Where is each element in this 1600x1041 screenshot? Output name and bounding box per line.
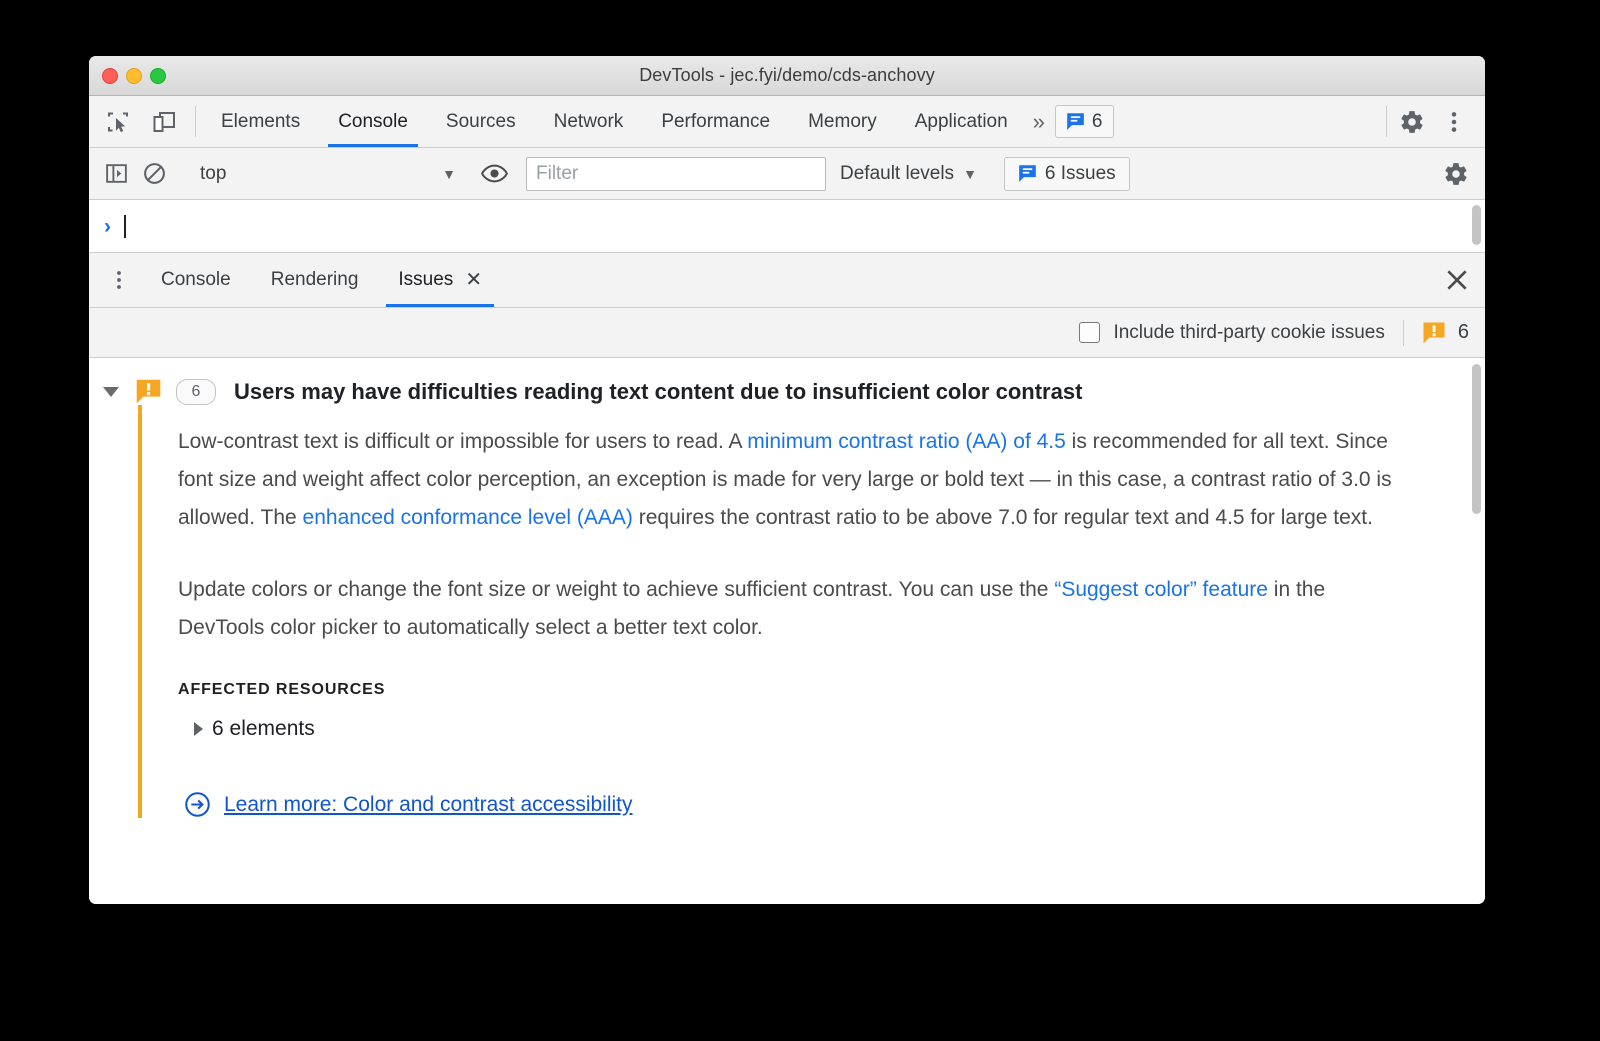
console-settings-gear-icon[interactable] — [1437, 155, 1475, 193]
issues-scrollbar-thumb[interactable] — [1472, 364, 1481, 514]
tab-performance[interactable]: Performance — [642, 96, 789, 147]
enhanced-conformance-link[interactable]: enhanced conformance level (AAA) — [303, 506, 633, 529]
tab-network-label: Network — [553, 110, 624, 132]
console-scrollbar-thumb[interactable] — [1472, 205, 1481, 245]
live-expression-icon[interactable] — [475, 155, 513, 193]
issues-count-badge[interactable]: 6 — [1054, 105, 1114, 138]
panel-tabs: Elements Console Sources Network Perform… — [202, 96, 1380, 147]
drawer-tab-issues[interactable]: Issues ✕ — [378, 253, 502, 307]
issue-count-pill: 6 — [176, 378, 216, 405]
third-party-cookie-label: Include third-party cookie issues — [1113, 321, 1385, 343]
drawer-tab-console-label: Console — [161, 269, 231, 290]
traffic-lights — [102, 67, 166, 84]
execution-context-value: top — [200, 162, 227, 184]
filter-placeholder: Filter — [536, 162, 579, 184]
issues-filter-divider — [1402, 319, 1404, 346]
drawer-menu-icon[interactable] — [97, 253, 141, 307]
devtools-main-tabbar: Elements Console Sources Network Perform… — [89, 96, 1485, 148]
log-levels-selector[interactable]: Default levels ▼ — [826, 163, 991, 185]
tab-console[interactable]: Console — [319, 96, 427, 147]
window-title: DevTools - jec.fyi/demo/cds-anchovy — [639, 65, 935, 85]
issues-content-area: 6 Users may have difficulties reading te… — [89, 358, 1485, 904]
log-levels-label: Default levels — [840, 162, 955, 184]
gear-icon[interactable] — [1393, 103, 1431, 141]
tab-sources[interactable]: Sources — [427, 96, 535, 147]
issues-icon — [1067, 113, 1084, 130]
more-tabs-label: » — [1032, 108, 1045, 134]
console-sidebar-icon[interactable] — [97, 155, 135, 193]
tabbar-left-icons — [89, 96, 189, 147]
issues-warning-count-group: 6 — [1422, 321, 1475, 345]
tab-network[interactable]: Network — [535, 96, 643, 147]
close-drawer-button[interactable] — [1429, 253, 1485, 307]
prompt-chevron-icon: › — [104, 214, 111, 238]
paragraph-1-text-1: Low-contrast text is difficult or imposs… — [178, 430, 748, 453]
tabbar-right-divider — [1386, 106, 1387, 137]
window-titlebar: DevTools - jec.fyi/demo/cds-anchovy — [89, 56, 1485, 96]
third-party-cookie-checkbox-row[interactable]: Include third-party cookie issues — [1079, 321, 1385, 344]
screen-root: DevTools - jec.fyi/demo/cds-anchovy Elem… — [0, 0, 1600, 1041]
minimize-window-button[interactable] — [126, 67, 142, 84]
inspect-element-icon[interactable] — [99, 103, 137, 141]
paragraph-1-text-3: requires the contrast ratio to be above … — [632, 506, 1373, 529]
tab-elements[interactable]: Elements — [202, 96, 319, 147]
tab-application[interactable]: Application — [896, 96, 1027, 147]
arrow-in-circle-icon — [185, 792, 210, 817]
drawer-tabbar: Console Rendering Issues ✕ — [89, 253, 1485, 308]
execution-context-selector[interactable]: top ▼ — [186, 163, 462, 185]
warning-issue-icon — [136, 379, 161, 404]
filter-input[interactable]: Filter — [526, 156, 826, 191]
drawer-tab-rendering[interactable]: Rendering — [251, 253, 379, 307]
tab-sources-label: Sources — [445, 110, 516, 132]
open-issues-label: 6 Issues — [1044, 162, 1116, 184]
more-tabs-chevron-icon[interactable]: » — [1027, 96, 1055, 147]
chevron-down-icon: ▼ — [442, 165, 456, 182]
close-icon — [1447, 270, 1467, 290]
open-issues-button[interactable]: 6 Issues — [1003, 156, 1130, 191]
issues-warning-count: 6 — [1457, 321, 1469, 343]
suggest-color-feature-link[interactable]: “Suggest color” feature — [1054, 578, 1268, 601]
tab-memory[interactable]: Memory — [789, 96, 896, 147]
drawer-tab-issues-label: Issues — [398, 269, 454, 290]
close-icon[interactable]: ✕ — [465, 270, 482, 290]
tab-application-label: Application — [914, 110, 1008, 132]
expand-triangle-icon[interactable] — [194, 722, 203, 736]
devtools-window: DevTools - jec.fyi/demo/cds-anchovy Elem… — [89, 56, 1485, 904]
tab-memory-label: Memory — [808, 110, 877, 132]
affected-resources-heading: AFFECTED RESOURCES — [178, 681, 386, 698]
tabbar-right-icons — [1393, 96, 1485, 147]
tab-console-label: Console — [338, 110, 408, 132]
tab-performance-label: Performance — [661, 110, 771, 132]
issue-detail-panel: Low-contrast text is difficult or imposs… — [138, 405, 1485, 818]
learn-more-row[interactable]: Learn more: Color and contrast accessibi… — [184, 791, 1485, 818]
chevron-down-icon: ▼ — [963, 165, 977, 182]
tab-elements-label: Elements — [221, 110, 301, 132]
clear-console-icon[interactable] — [135, 155, 173, 193]
paragraph-2-text-1: Update colors or change the font size or… — [178, 578, 1055, 601]
device-toolbar-icon[interactable] — [145, 103, 183, 141]
console-prompt-row[interactable]: › — [89, 200, 1485, 253]
learn-more-link[interactable]: Learn more: Color and contrast accessibi… — [224, 793, 633, 817]
issue-title: Users may have difficulties reading text… — [234, 378, 1083, 404]
issues-icon — [1019, 165, 1036, 182]
issues-badge-count: 6 — [1091, 110, 1103, 132]
affected-resources-value: 6 elements — [212, 717, 315, 740]
issue-description-paragraph-1: Low-contrast text is difficult or imposs… — [178, 423, 1413, 537]
zoom-window-button[interactable] — [150, 67, 166, 84]
issue-description-paragraph-2: Update colors or change the font size or… — [178, 571, 1413, 647]
third-party-cookie-checkbox[interactable] — [1079, 322, 1101, 343]
close-window-button[interactable] — [102, 67, 118, 84]
issue-header-row[interactable]: 6 Users may have difficulties reading te… — [89, 358, 1485, 405]
drawer-tab-console[interactable]: Console — [141, 253, 251, 307]
affected-resources-row[interactable]: 6 elements — [194, 717, 1485, 741]
overflow-menu-icon[interactable] — [1435, 103, 1473, 141]
minimum-contrast-ratio-link[interactable]: minimum contrast ratio (AA) of 4.5 — [747, 430, 1066, 453]
warning-issue-icon — [1423, 322, 1445, 343]
collapse-triangle-icon[interactable] — [103, 386, 119, 397]
issues-filter-row: Include third-party cookie issues 6 — [89, 308, 1485, 358]
drawer-tab-rendering-label: Rendering — [270, 269, 359, 290]
console-toolbar: top ▼ Filter Default levels ▼ 6 Issues — [89, 148, 1485, 200]
tabbar-divider — [195, 106, 196, 137]
console-text-caret — [124, 214, 126, 238]
